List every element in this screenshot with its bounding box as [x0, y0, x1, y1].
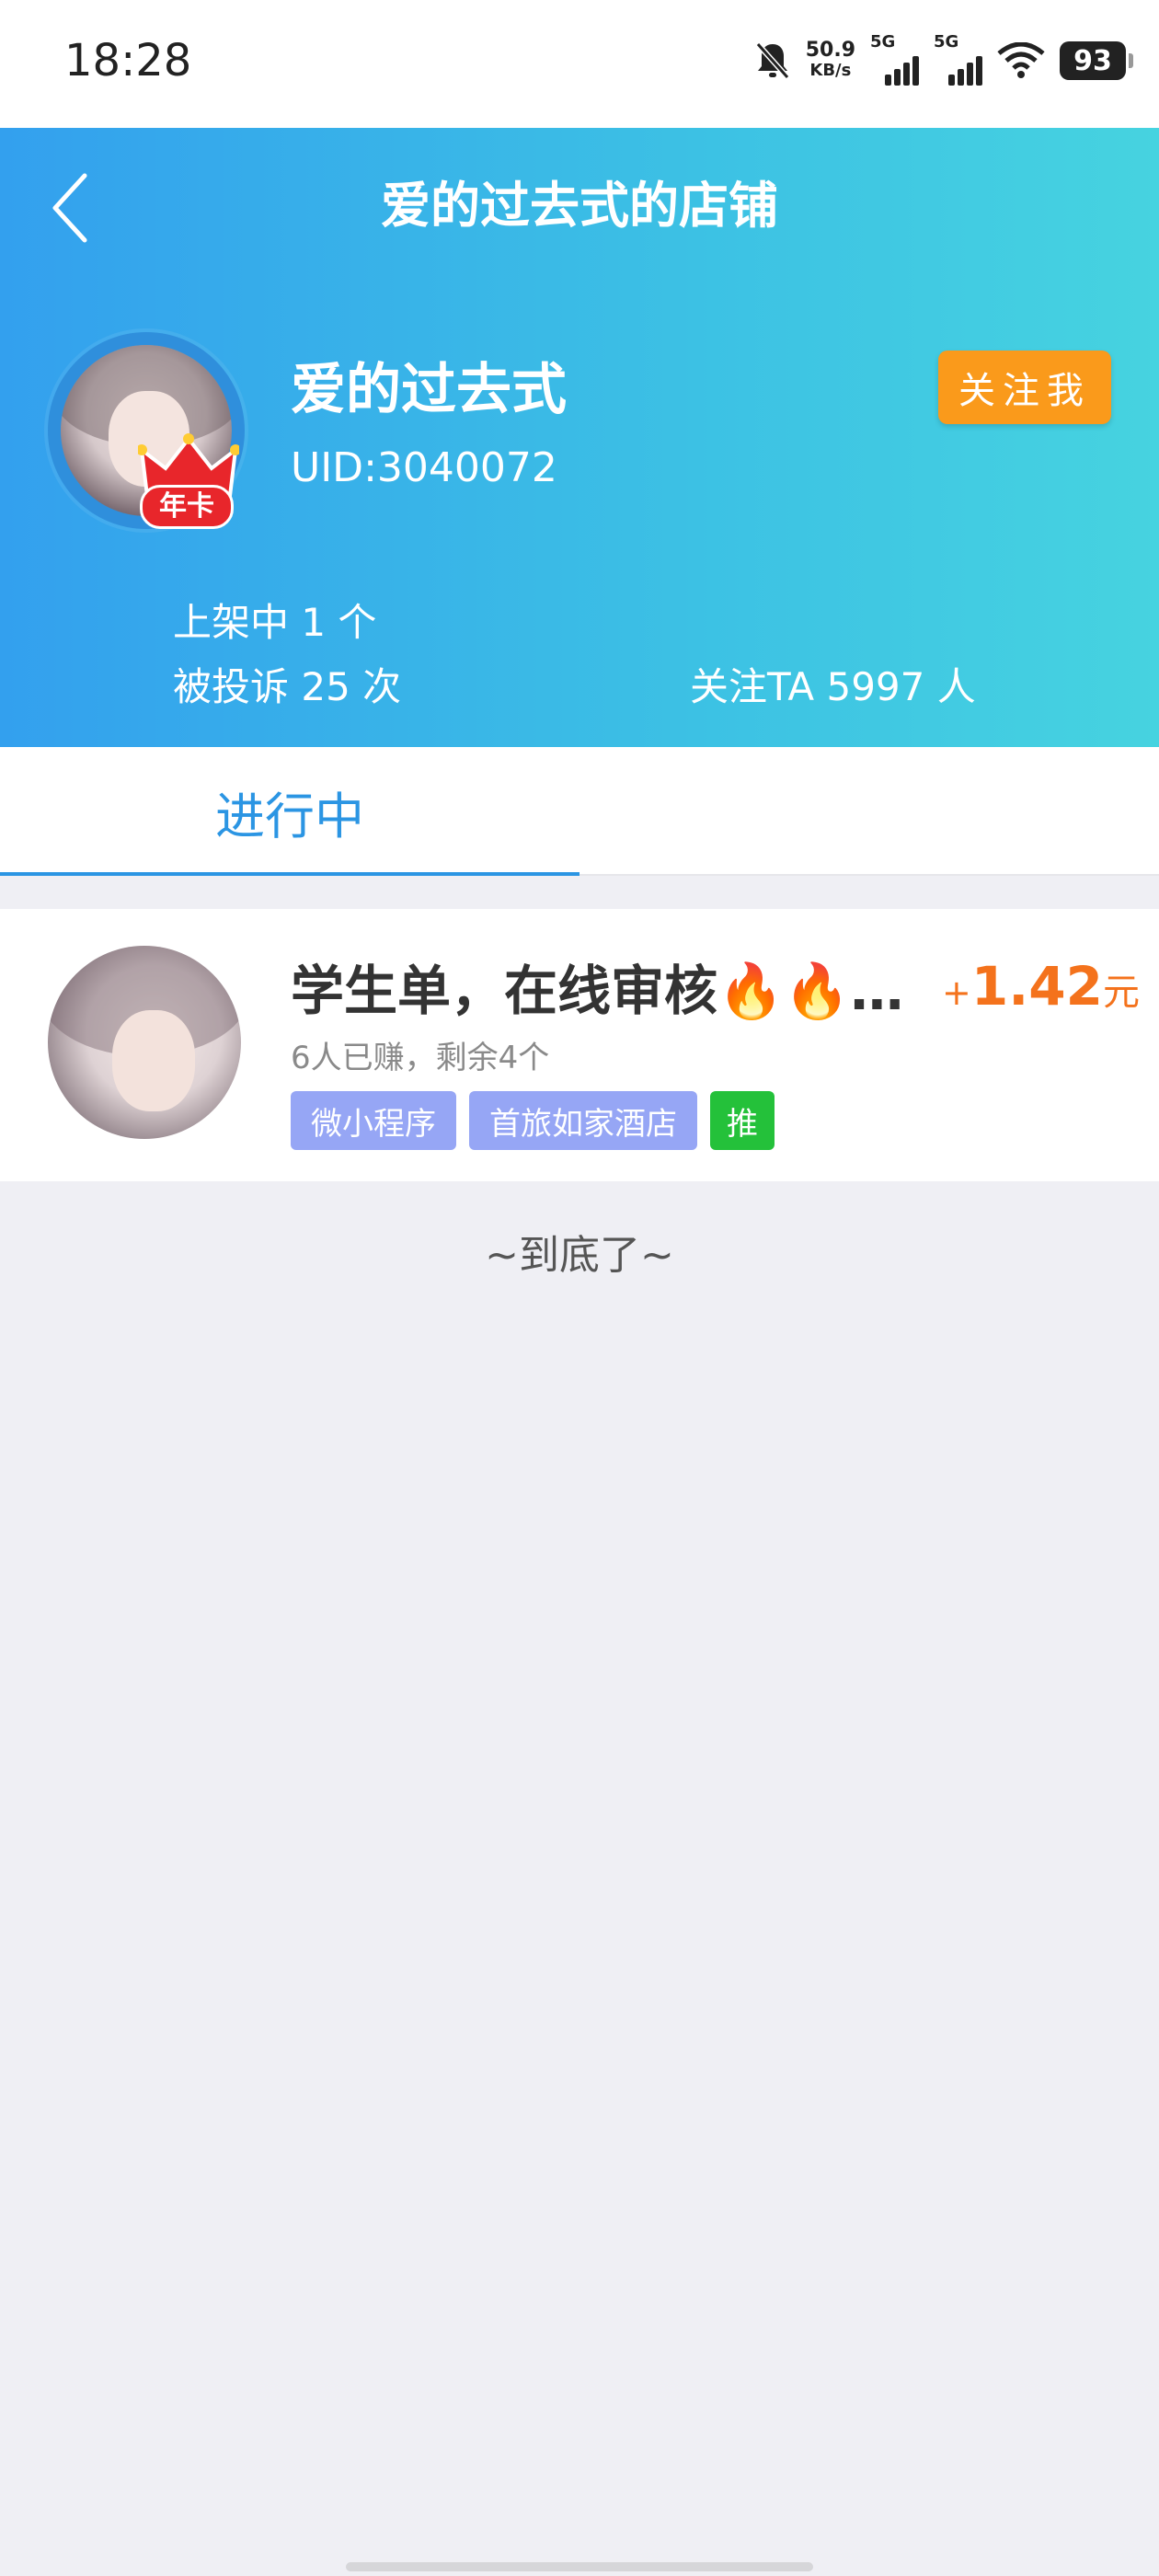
signal-icon: 5G	[934, 32, 982, 86]
reward-amount: 1.42	[970, 955, 1103, 1018]
reward-unit: 元	[1102, 972, 1140, 1014]
complaint-count: 被投诉 25 次	[173, 664, 402, 709]
net-speed-value: 50.9	[805, 39, 855, 62]
tab-in-progress[interactable]: 进行中	[0, 747, 580, 876]
task-meta: 6人已赚，剩余4个	[291, 1040, 550, 1076]
tab-bar: 进行中	[0, 747, 1159, 876]
task-reward: +1.42元	[942, 955, 1140, 1018]
follow-button[interactable]: 关注我	[938, 351, 1111, 424]
tag-recommend: 推	[710, 1091, 775, 1150]
shop-uid: UID:3040072	[291, 444, 557, 491]
tab-empty-area	[580, 747, 1159, 876]
sim2-label: 5G	[934, 32, 959, 52]
tag-hotel: 首旅如家酒店	[469, 1091, 697, 1150]
task-card[interactable]: 学生单，在线审核🔥🔥… +1.42元 6人已赚，剩余4个 微小程序 首旅如家酒店…	[0, 909, 1159, 1181]
sim1-label: 5G	[870, 32, 896, 52]
task-title: 学生单，在线审核🔥🔥…	[291, 960, 904, 1022]
battery-icon: 93	[1060, 41, 1133, 80]
wifi-icon	[997, 42, 1045, 78]
status-icons: 50.9 KB/s 5G 5G 93	[754, 32, 1133, 88]
bell-muted-icon	[755, 42, 789, 79]
task-tags: 微小程序 首旅如家酒店 推	[291, 1091, 775, 1150]
status-time: 18:28	[64, 35, 192, 86]
shop-header: 爱的过去式的店铺 年卡 爱的过去式 UID:3040072 关注我 上架中 1 …	[0, 128, 1159, 747]
tag-mini-program: 微小程序	[291, 1091, 456, 1150]
end-of-list-text: ~到底了~	[485, 1232, 674, 1279]
shop-name: 爱的过去式	[291, 358, 567, 422]
reward-prefix: +	[942, 972, 971, 1013]
tab-active-indicator	[0, 872, 580, 876]
home-indicator[interactable]	[346, 2562, 813, 2571]
signal-icon: 5G	[870, 32, 919, 86]
task-avatar	[48, 946, 241, 1139]
follower-count: 关注TA 5997 人	[690, 664, 976, 709]
page-title: 爱的过去式的店铺	[381, 177, 778, 235]
status-bar: 18:28 50.9 KB/s 5G 5G 93	[0, 0, 1159, 128]
annual-card-badge: 年卡	[140, 485, 234, 529]
net-speed: 50.9 KB/s	[806, 40, 855, 81]
listed-count: 上架中 1 个	[173, 600, 377, 645]
net-speed-unit: KB/s	[809, 61, 852, 80]
